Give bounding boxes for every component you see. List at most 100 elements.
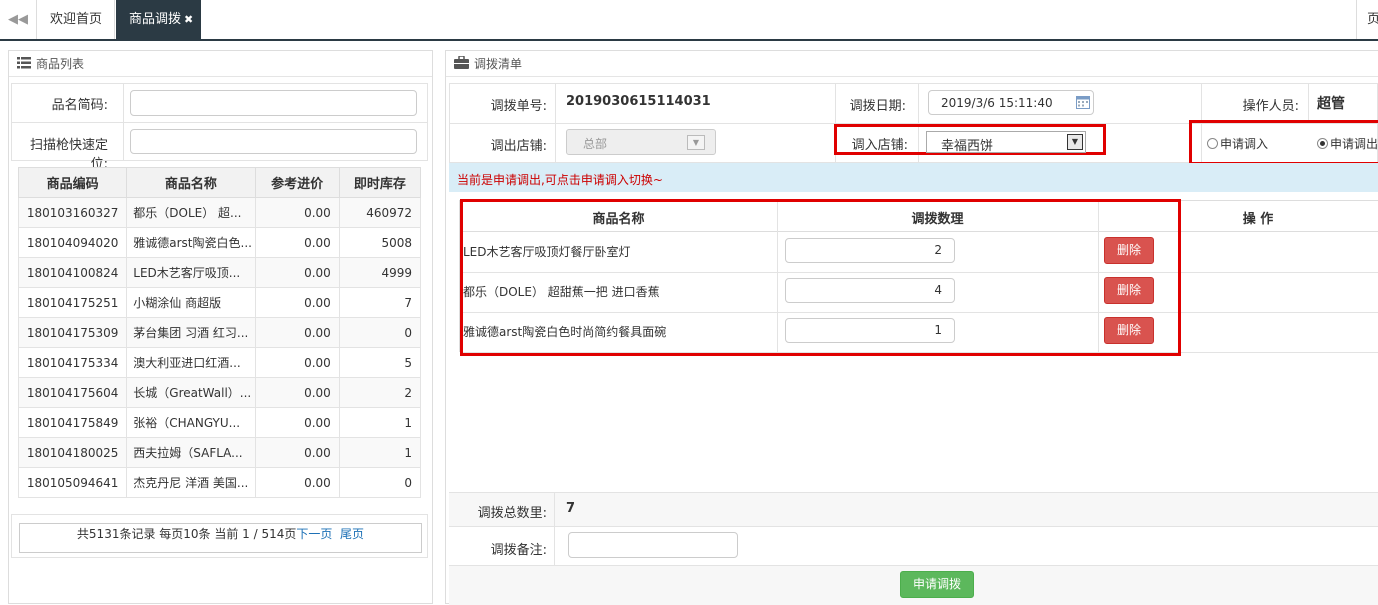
product-stock-cell: 1 bbox=[339, 408, 420, 438]
submit-transfer-label: 申请调拨 bbox=[913, 577, 961, 591]
date-label: 调拨日期: bbox=[836, 95, 906, 114]
table-row[interactable]: 180104175251小糊涂仙 商超版0.007 bbox=[19, 288, 421, 318]
tab-overflow[interactable]: 页 bbox=[1356, 0, 1378, 39]
out-store-value: 总部 bbox=[583, 135, 607, 152]
scan-input[interactable] bbox=[130, 129, 417, 154]
product-stock-cell: 460972 bbox=[339, 198, 420, 228]
col-code: 商品编码 bbox=[19, 168, 127, 198]
product-name-cell: LED木艺客厅吸顶... bbox=[127, 258, 255, 288]
col-name: 商品名称 bbox=[127, 168, 255, 198]
date-value: 2019/3/6 15:11:40 bbox=[941, 96, 1053, 110]
product-name-cell: 雅诚德arst陶瓷白色... bbox=[127, 228, 255, 258]
product-stock-cell: 0 bbox=[339, 468, 420, 498]
next-page-link[interactable]: 下一页 bbox=[296, 527, 332, 541]
product-code-cell: 180104175849 bbox=[19, 408, 127, 438]
tab-bar: ◀◀ 欢迎首页 商品调拨✖ 页 bbox=[0, 0, 1378, 41]
items-highlight bbox=[460, 199, 1181, 356]
product-price-cell: 0.00 bbox=[255, 438, 339, 468]
radio-apply-out[interactable]: 申请调出 bbox=[1317, 135, 1378, 152]
transfer-list-header: 调拨清单 bbox=[446, 51, 1378, 77]
in-store-select[interactable]: 幸福西饼 ▼ bbox=[926, 131, 1086, 153]
table-row[interactable]: 180103160327都乐（DOLE） 超...0.00460972 bbox=[19, 198, 421, 228]
total-value: 7 bbox=[566, 501, 575, 516]
double-chevron-left-icon[interactable]: ◀◀ bbox=[0, 0, 37, 39]
briefcase-icon bbox=[454, 52, 469, 78]
col-stock: 即时库存 bbox=[339, 168, 420, 198]
tab-home[interactable]: 欢迎首页 bbox=[38, 0, 115, 39]
product-name-cell: 杰克丹尼 洋酒 美国... bbox=[127, 468, 255, 498]
table-row[interactable]: 180104180025西夫拉姆（SAFLA...0.001 bbox=[19, 438, 421, 468]
product-name-cell: 都乐（DOLE） 超... bbox=[127, 198, 255, 228]
product-price-cell: 0.00 bbox=[255, 318, 339, 348]
product-code-cell: 180105094641 bbox=[19, 468, 127, 498]
table-row[interactable]: 180104175849张裕（CHANGYU...0.001 bbox=[19, 408, 421, 438]
product-code-cell: 180103160327 bbox=[19, 198, 127, 228]
name-code-input[interactable] bbox=[130, 90, 417, 116]
product-stock-cell: 5 bbox=[339, 348, 420, 378]
in-store-label: 调入店铺: bbox=[838, 134, 908, 153]
radio-out-label: 申请调出 bbox=[1330, 137, 1378, 151]
col-price: 参考进价 bbox=[255, 168, 339, 198]
remark-input[interactable] bbox=[568, 532, 738, 558]
radio-apply-in[interactable]: 申请调入 bbox=[1207, 135, 1268, 152]
radio-in-circle[interactable] bbox=[1207, 138, 1218, 149]
product-code-cell: 180104175604 bbox=[19, 378, 127, 408]
tab-active-label: 商品调拨 bbox=[129, 12, 181, 27]
radio-out-circle[interactable] bbox=[1317, 138, 1328, 149]
out-store-select: 总部 ▼ bbox=[566, 129, 716, 155]
table-row[interactable]: 180104094020雅诚德arst陶瓷白色...0.005008 bbox=[19, 228, 421, 258]
table-row[interactable]: 180104175334澳大利亚进口红酒...0.005 bbox=[19, 348, 421, 378]
product-list-header: 商品列表 bbox=[9, 51, 432, 77]
operator-value: 超管 bbox=[1317, 93, 1345, 113]
submit-transfer-button[interactable]: 申请调拨 bbox=[900, 571, 974, 598]
product-stock-cell: 1 bbox=[339, 438, 420, 468]
tab-overflow-label: 页 bbox=[1367, 12, 1378, 27]
out-store-label: 调出店铺: bbox=[452, 135, 547, 154]
date-input[interactable]: 2019/3/6 15:11:40 bbox=[928, 90, 1094, 115]
table-row[interactable]: 180104100824LED木艺客厅吸顶...0.004999 bbox=[19, 258, 421, 288]
pager-text: 共5131条记录 每页10条 当前 1 / 514页 bbox=[77, 527, 296, 541]
total-label: 调拨总数里: bbox=[452, 502, 547, 521]
product-price-cell: 0.00 bbox=[255, 468, 339, 498]
tab-home-label: 欢迎首页 bbox=[50, 12, 102, 27]
notice-text: 当前是申请调出,可点击申请调入切换~ bbox=[457, 171, 663, 188]
transfer-list-title: 调拨清单 bbox=[474, 57, 522, 71]
chevron-down-icon[interactable]: ▼ bbox=[1067, 134, 1083, 150]
product-price-cell: 0.00 bbox=[255, 348, 339, 378]
product-price-cell: 0.00 bbox=[255, 258, 339, 288]
operator-label: 操作人员: bbox=[1205, 95, 1299, 114]
product-price-cell: 0.00 bbox=[255, 378, 339, 408]
product-code-cell: 180104180025 bbox=[19, 438, 127, 468]
product-code-cell: 180104100824 bbox=[19, 258, 127, 288]
radio-in-label: 申请调入 bbox=[1220, 137, 1268, 151]
product-code-cell: 180104175251 bbox=[19, 288, 127, 318]
name-code-label: 品名简码: bbox=[14, 94, 108, 113]
table-row[interactable]: 180104175604长城（GreatWall）...0.002 bbox=[19, 378, 421, 408]
product-stock-cell: 0 bbox=[339, 318, 420, 348]
product-price-cell: 0.00 bbox=[255, 228, 339, 258]
tab-goods-transfer[interactable]: 商品调拨✖ bbox=[116, 0, 201, 39]
notice-bar: 当前是申请调出,可点击申请调入切换~ bbox=[449, 163, 1378, 192]
list-icon bbox=[17, 52, 31, 78]
calendar-icon[interactable] bbox=[1076, 95, 1090, 112]
product-stock-cell: 7 bbox=[339, 288, 420, 318]
close-icon[interactable]: ✖ bbox=[184, 13, 193, 26]
product-price-cell: 0.00 bbox=[255, 288, 339, 318]
last-page-link[interactable]: 尾页 bbox=[340, 527, 364, 541]
table-row[interactable]: 180105094641杰克丹尼 洋酒 美国...0.000 bbox=[19, 468, 421, 498]
product-stock-cell: 2 bbox=[339, 378, 420, 408]
product-stock-cell: 4999 bbox=[339, 258, 420, 288]
product-code-cell: 180104094020 bbox=[19, 228, 127, 258]
product-price-cell: 0.00 bbox=[255, 198, 339, 228]
remark-label: 调拨备注: bbox=[452, 539, 547, 558]
product-table: 商品编码 商品名称 参考进价 即时库存 180103160327都乐（DOLE）… bbox=[18, 167, 421, 498]
product-name-cell: 澳大利亚进口红酒... bbox=[127, 348, 255, 378]
product-name-cell: 长城（GreatWall）... bbox=[127, 378, 255, 408]
table-row[interactable]: 180104175309茅台集团 习酒 红习...0.000 bbox=[19, 318, 421, 348]
in-store-value: 幸福西饼 bbox=[941, 135, 993, 154]
product-list-title: 商品列表 bbox=[36, 57, 84, 71]
product-price-cell: 0.00 bbox=[255, 408, 339, 438]
product-code-cell: 180104175334 bbox=[19, 348, 127, 378]
product-name-cell: 张裕（CHANGYU... bbox=[127, 408, 255, 438]
product-stock-cell: 5008 bbox=[339, 228, 420, 258]
